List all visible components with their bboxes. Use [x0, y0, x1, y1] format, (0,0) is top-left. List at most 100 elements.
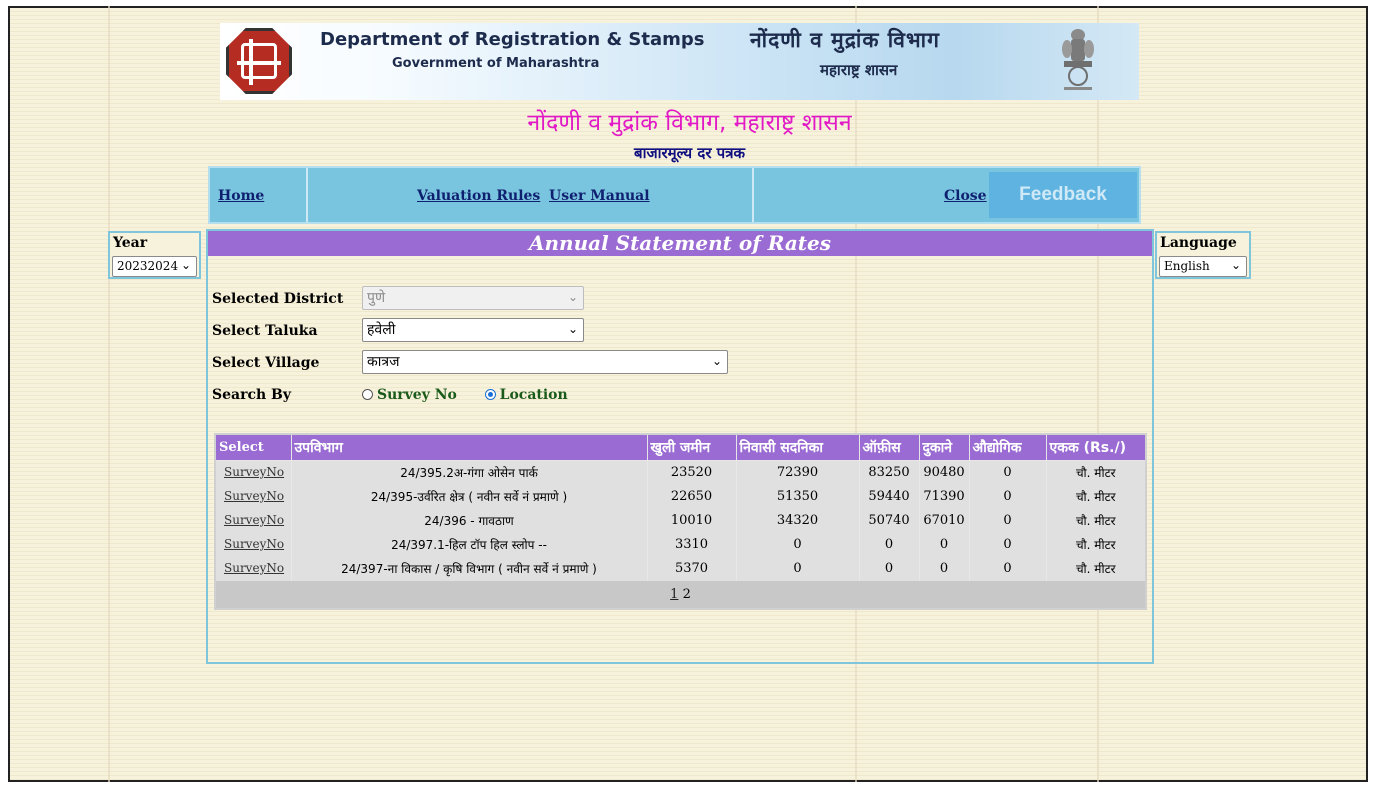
district-select-value: पुणे: [367, 290, 386, 306]
village-select[interactable]: कात्रज ⌄: [362, 350, 728, 374]
open-land-cell: 23520: [646, 460, 736, 485]
open-land-cell: 22650: [646, 484, 736, 509]
office-cell: 59440: [858, 484, 919, 509]
taluka-select-value: हवेली: [367, 322, 396, 338]
office-cell: 0: [858, 532, 919, 557]
chevron-down-icon: ⌄: [567, 290, 578, 304]
year-label: Year: [113, 235, 148, 251]
pager: 1 2: [670, 587, 691, 602]
location-label: Location: [499, 387, 568, 403]
unit-cell: चौ. मीटर: [1045, 460, 1146, 485]
survey-no-link[interactable]: SurveyNo: [224, 489, 284, 503]
year-select[interactable]: 20232024 ⌄: [112, 256, 197, 277]
table-row: SurveyNo 24/396 - गावठाण 10010 34320 507…: [214, 508, 1146, 533]
valuation-rules-link[interactable]: Valuation Rules: [417, 188, 540, 204]
village-label: Select Village: [212, 355, 320, 371]
shops-cell: 90480: [918, 460, 969, 485]
department-subtitle-en: Government of Maharashtra: [392, 56, 600, 71]
industrial-cell: 0: [968, 556, 1046, 581]
chevron-down-icon: ⌄: [711, 354, 722, 368]
nav-cell-links: Valuation Rules User Manual: [308, 168, 754, 222]
subdivision-cell: 24/395.2अ-गंगा ओसेन पार्क: [290, 460, 647, 485]
district-select: पुणे ⌄: [362, 286, 584, 310]
unit-cell: चौ. मीटर: [1045, 484, 1146, 509]
page-title: नोंदणी व मुद्रांक विभाग, महाराष्ट्र शासन: [527, 110, 852, 136]
survey-no-link[interactable]: SurveyNo: [224, 561, 284, 575]
feedback-button[interactable]: Feedback: [989, 172, 1137, 218]
page-1-link[interactable]: 1: [670, 587, 678, 602]
pager-row: 1 2: [214, 580, 1146, 609]
shops-cell: 67010: [918, 508, 969, 533]
state-emblem-icon: [1062, 29, 1094, 90]
survey-no-link[interactable]: SurveyNo: [224, 465, 284, 479]
department-subtitle-mr: महाराष्ट्र शासन: [820, 61, 898, 79]
department-title-en: Department of Registration & Stamps: [320, 29, 705, 50]
survey-no-radio[interactable]: [362, 389, 373, 400]
unit-cell: चौ. मीटर: [1045, 556, 1146, 581]
user-manual-link[interactable]: User Manual: [549, 188, 650, 204]
open-land-cell: 3310: [646, 532, 736, 557]
nav-cell-home: Home: [210, 168, 308, 222]
col-open-land: खुली जमीन: [646, 433, 737, 461]
language-select-value: English: [1164, 259, 1210, 273]
subdivision-cell: 24/396 - गावठाण: [290, 508, 647, 533]
col-shops: दुकाने: [918, 433, 970, 461]
village-select-value: कात्रज: [367, 354, 400, 370]
location-radio[interactable]: [484, 389, 496, 400]
subdivision-cell: 24/397-ना विकास / कृषि विभाग ( नवीन सर्व…: [290, 556, 647, 581]
taluka-select[interactable]: हवेली ⌄: [362, 318, 584, 342]
residential-cell: 0: [735, 532, 859, 557]
subdivision-cell: 24/395-उर्वरित क्षेत्र ( नवीन सर्वे नं प…: [290, 484, 647, 509]
search-by-label: Search By: [212, 387, 292, 403]
survey-no-link[interactable]: SurveyNo: [224, 513, 284, 527]
col-select: Select: [214, 433, 292, 461]
industrial-cell: 0: [968, 532, 1046, 557]
survey-no-label: Survey No: [377, 387, 457, 403]
language-select[interactable]: English ⌄: [1159, 256, 1247, 277]
col-unit: एकक (Rs./): [1045, 433, 1147, 461]
page-subtitle: बाजारमूल्य दर पत्रक: [634, 144, 745, 162]
residential-cell: 0: [735, 556, 859, 581]
chevron-down-icon: ⌄: [567, 322, 578, 336]
open-land-cell: 5370: [646, 556, 736, 581]
unit-cell: चौ. मीटर: [1045, 532, 1146, 557]
panel-title: Annual Statement of Rates: [208, 231, 1152, 256]
department-title-mr: नोंदणी व मुद्रांक विभाग: [750, 28, 940, 52]
col-industrial: औद्योगिक: [968, 433, 1047, 461]
shops-cell: 0: [918, 556, 969, 581]
rates-table: Select उपविभाग खुली जमीन निवासी सदनिका ऑ…: [214, 433, 1147, 610]
office-cell: 50740: [858, 508, 919, 533]
open-land-cell: 10010: [646, 508, 736, 533]
col-residential: निवासी सदनिका: [735, 433, 860, 461]
page-2-link[interactable]: 2: [683, 587, 691, 602]
nav-bar: Home Valuation Rules User Manual Close F…: [208, 166, 1141, 224]
residential-cell: 72390: [735, 460, 859, 485]
search-by-group: Survey No Location: [362, 387, 568, 403]
year-panel: Year 20232024 ⌄: [108, 231, 201, 279]
table-row: SurveyNo 24/395-उर्वरित क्षेत्र ( नवीन स…: [214, 484, 1146, 509]
office-cell: 83250: [858, 460, 919, 485]
department-logo: [226, 28, 292, 94]
col-office: ऑफ़ीस: [858, 433, 920, 461]
col-subdivision: उपविभाग: [290, 433, 648, 461]
rates-panel: Annual Statement of Rates Selected Distr…: [206, 229, 1154, 664]
industrial-cell: 0: [968, 484, 1046, 509]
industrial-cell: 0: [968, 508, 1046, 533]
chevron-down-icon: ⌄: [180, 258, 191, 272]
taluka-label: Select Taluka: [212, 323, 318, 339]
language-panel: Language English ⌄: [1155, 231, 1251, 279]
survey-no-link[interactable]: SurveyNo: [224, 537, 284, 551]
office-cell: 0: [858, 556, 919, 581]
unit-cell: चौ. मीटर: [1045, 508, 1146, 533]
table-header-row: Select उपविभाग खुली जमीन निवासी सदनिका ऑ…: [214, 433, 1147, 461]
industrial-cell: 0: [968, 460, 1046, 485]
residential-cell: 34320: [735, 508, 859, 533]
home-link[interactable]: Home: [218, 188, 264, 204]
district-label: Selected District: [212, 291, 344, 307]
table-row: SurveyNo 24/397.1-हिल टॉप हिल स्लोप -- 3…: [214, 532, 1146, 557]
shops-cell: 71390: [918, 484, 969, 509]
header-banner: Department of Registration & Stamps Gove…: [220, 23, 1139, 100]
language-label: Language: [1160, 235, 1237, 251]
chevron-down-icon: ⌄: [1230, 258, 1241, 272]
close-link[interactable]: Close: [944, 188, 987, 204]
